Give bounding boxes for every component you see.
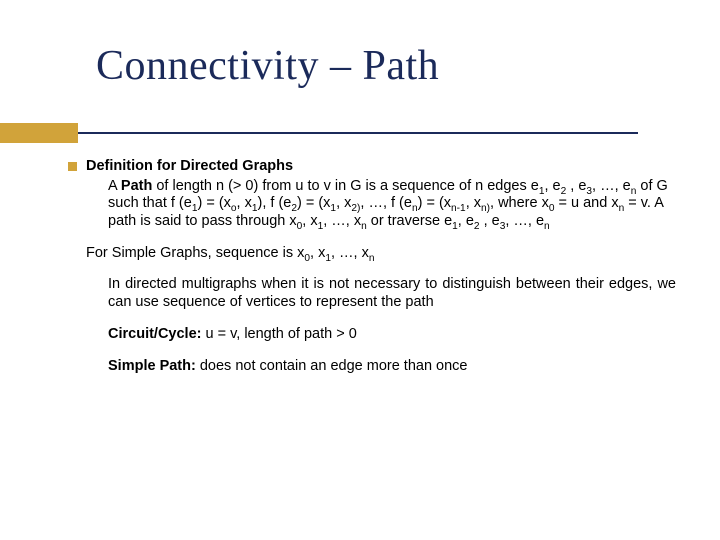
definition-body: A Path of length n (> 0) from u to v in … bbox=[86, 178, 676, 231]
multigraphs-paragraph: In directed multigraphs when it is not n… bbox=[86, 276, 676, 311]
body-content: Definition for Directed Graphs A Path of… bbox=[86, 158, 676, 389]
circuit-line: Circuit/Cycle: u = v, length of path > 0 bbox=[86, 326, 676, 344]
simple-path-line: Simple Path: does not contain an edge mo… bbox=[86, 358, 676, 376]
title-row: Connectivity – Path bbox=[0, 0, 720, 90]
accent-block bbox=[0, 123, 78, 143]
slide-title: Connectivity – Path bbox=[96, 42, 680, 90]
simple-graphs-line: For Simple Graphs, sequence is x0, x1, …… bbox=[86, 245, 676, 263]
definition-heading-text: Definition for Directed Graphs bbox=[86, 158, 293, 174]
definition-heading: Definition for Directed Graphs bbox=[86, 158, 676, 176]
title-underline bbox=[78, 132, 638, 134]
slide: Connectivity – Path Definition for Direc… bbox=[0, 0, 720, 540]
bullet-square-icon bbox=[68, 162, 77, 171]
